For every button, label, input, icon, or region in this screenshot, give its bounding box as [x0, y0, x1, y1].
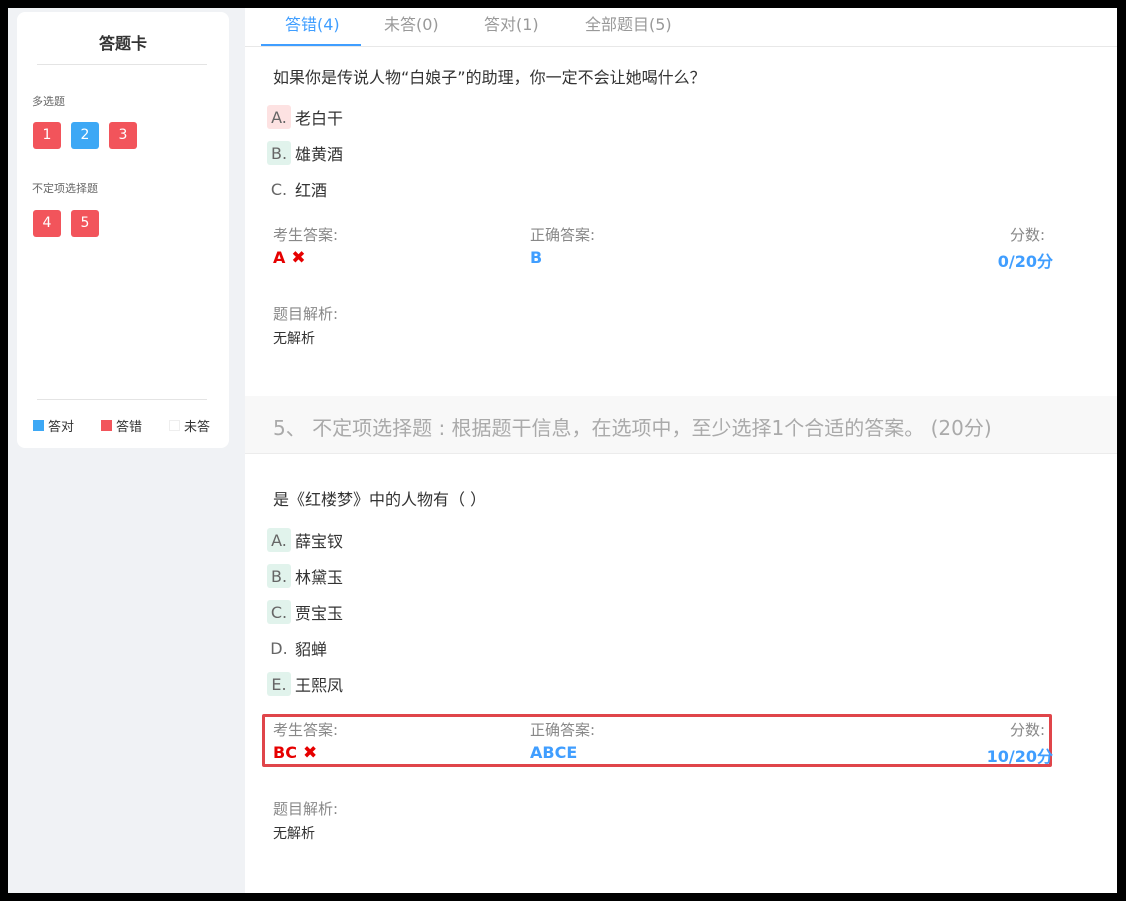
- tab-all[interactable]: 全部题目(5): [585, 11, 672, 35]
- legend-unanswered-swatch: [169, 420, 180, 431]
- page-viewport: 答题卡 多选题 1 2 3 不定项选择题 4 5 答对 答错 未答 答错(4) …: [8, 8, 1117, 893]
- analysis-label: 题目解析:: [273, 800, 339, 818]
- group-label-multi: 多选题: [32, 95, 65, 108]
- question-4-option-a[interactable]: A. 老白干: [267, 105, 343, 129]
- wrong-mark-icon: ✖: [291, 248, 306, 268]
- option-letter: A.: [267, 528, 291, 552]
- option-text: 薛宝钗: [295, 532, 344, 551]
- analysis-text: 无解析: [273, 826, 315, 842]
- analysis-text: 无解析: [273, 331, 315, 347]
- option-letter: C.: [267, 600, 291, 624]
- question-5-option-a[interactable]: A. 薛宝钗: [267, 528, 343, 552]
- question-4-option-b[interactable]: B. 雄黄酒: [267, 141, 343, 165]
- card-divider: [37, 64, 207, 65]
- score-value: 0/20分: [997, 252, 1053, 271]
- question-5-option-c[interactable]: C. 贾宝玉: [267, 600, 343, 624]
- section-5-header: 5、 不定项选择题 : 根据题干信息，在选项中，至少选择1个合适的答案。 (20…: [245, 396, 1117, 454]
- answer-card: 答题卡 多选题 1 2 3 不定项选择题 4 5 答对 答错 未答: [17, 12, 229, 448]
- option-text: 貂蝉: [295, 640, 328, 659]
- answer-card-title: 答题卡: [98, 34, 147, 53]
- legend-correct-label: 答对: [48, 420, 75, 435]
- question-4-option-c[interactable]: C. 红酒: [267, 177, 327, 201]
- section-5-title: 5、 不定项选择题 : 根据题干信息，在选项中，至少选择1个合适的答案。 (20…: [273, 416, 992, 440]
- correct-answer-label: 正确答案:: [530, 226, 596, 244]
- legend-wrong: 答错: [101, 416, 142, 435]
- score-label: 分数:: [1009, 721, 1045, 739]
- option-text: 林黛玉: [295, 568, 344, 587]
- question-5-text: 是《红楼梦》中的人物有（ ）: [273, 490, 487, 509]
- question-number-3[interactable]: 3: [109, 122, 137, 149]
- question-number-5[interactable]: 5: [71, 210, 99, 237]
- question-panel: 答错(4) 未答(0) 答对(1) 全部题目(5) 如果你是传说人物“白娘子”的…: [245, 8, 1117, 893]
- tab-correct[interactable]: 答对(1): [484, 11, 539, 35]
- option-letter: D.: [270, 638, 288, 658]
- option-letter: A.: [267, 105, 291, 129]
- student-answer-value: A ✖: [273, 248, 306, 268]
- option-letter: B.: [267, 141, 291, 165]
- question-5-option-d[interactable]: D. 貂蝉: [267, 636, 327, 660]
- legend-unanswered: 未答: [169, 416, 210, 435]
- active-tab-underline: [261, 44, 361, 46]
- option-text: 贾宝玉: [295, 604, 344, 623]
- tab-wrong[interactable]: 答错(4): [285, 11, 340, 35]
- option-text: 雄黄酒: [295, 145, 344, 164]
- correct-answer-value: ABCE: [530, 743, 578, 762]
- option-text: 老白干: [295, 109, 344, 128]
- legend-correct: 答对: [33, 416, 74, 435]
- question-5-option-e[interactable]: E. 王熙凤: [267, 672, 343, 696]
- option-letter: C.: [270, 179, 288, 199]
- tab-unanswered[interactable]: 未答(0): [384, 11, 439, 35]
- option-letter: E.: [267, 672, 291, 696]
- analysis-label: 题目解析:: [273, 305, 339, 323]
- option-letter: B.: [267, 564, 291, 588]
- student-answer-value: BC ✖: [273, 743, 317, 763]
- group-label-indefinite: 不定项选择题: [32, 182, 98, 195]
- legend-divider: [37, 399, 207, 400]
- question-number-2[interactable]: 2: [71, 122, 99, 149]
- answer-summary-highlight: [262, 714, 1052, 767]
- legend-correct-swatch: [33, 420, 44, 431]
- student-answer-text: BC: [273, 743, 297, 762]
- filter-tabs: 答错(4) 未答(0) 答对(1) 全部题目(5): [245, 8, 1117, 47]
- student-answer-text: A: [273, 248, 286, 267]
- question-number-1[interactable]: 1: [33, 122, 61, 149]
- score-value: 10/20分: [986, 747, 1053, 766]
- student-answer-label: 考生答案:: [273, 226, 339, 244]
- score-label: 分数:: [1009, 226, 1045, 244]
- option-text: 红酒: [295, 181, 328, 200]
- correct-answer-value: B: [530, 248, 543, 267]
- student-answer-label: 考生答案:: [273, 721, 339, 739]
- legend-wrong-label: 答错: [116, 420, 143, 435]
- legend-wrong-swatch: [101, 420, 112, 431]
- legend-unanswered-label: 未答: [184, 420, 211, 435]
- question-4-text: 如果你是传说人物“白娘子”的助理，你一定不会让她喝什么？: [273, 68, 706, 87]
- wrong-mark-icon: ✖: [302, 743, 318, 763]
- correct-answer-label: 正确答案:: [530, 721, 596, 739]
- question-number-4[interactable]: 4: [33, 210, 61, 237]
- question-5-option-b[interactable]: B. 林黛玉: [267, 564, 343, 588]
- option-text: 王熙凤: [295, 676, 344, 695]
